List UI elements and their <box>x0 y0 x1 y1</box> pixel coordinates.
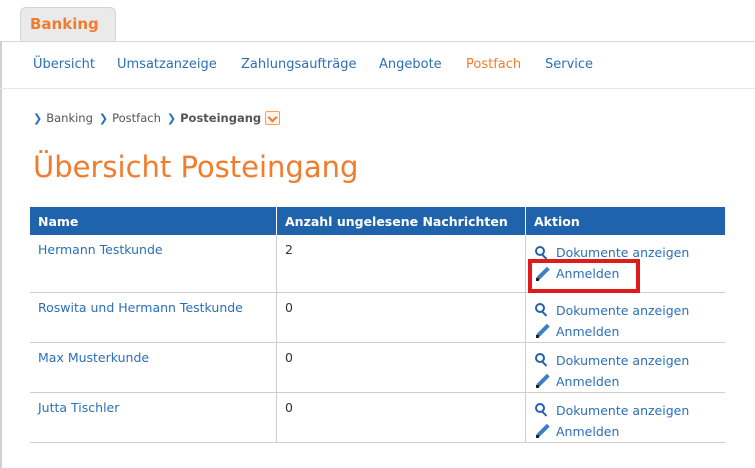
breadcrumb-arrow-icon: ❯ <box>166 111 177 125</box>
table-row: Roswita und Hermann Testkunde 0 Dokument… <box>30 292 725 343</box>
mailbox-name-link[interactable]: Roswita und Hermann Testkunde <box>38 300 243 315</box>
unread-count: 0 <box>276 292 526 343</box>
show-documents-button[interactable]: Dokumente anzeigen <box>534 400 717 421</box>
pencil-icon <box>534 373 550 389</box>
nav-umsatzanzeige[interactable]: Umsatzanzeige <box>117 57 217 72</box>
search-icon <box>534 402 550 418</box>
search-icon <box>534 302 550 318</box>
table-header-row: Name Anzahl ungelesene Nachrichten Aktio… <box>30 207 725 235</box>
unread-count: 0 <box>276 342 526 393</box>
show-documents-button[interactable]: Dokumente anzeigen <box>534 242 717 263</box>
login-button[interactable]: Anmelden <box>534 421 717 442</box>
search-icon <box>534 245 550 261</box>
column-header-action: Aktion <box>525 207 725 235</box>
column-header-unread-count: Anzahl ungelesene Nachrichten <box>276 207 526 235</box>
tab-banking[interactable]: Banking <box>20 7 116 42</box>
search-icon <box>534 352 550 368</box>
login-label: Anmelden <box>556 423 620 439</box>
table-row: Max Musterkunde 0 Dokumente anzeigen Anm… <box>30 342 725 393</box>
nav-divider <box>0 88 755 89</box>
inbox-table: Name Anzahl ungelesene Nachrichten Aktio… <box>30 207 725 443</box>
breadcrumb-arrow-icon: ❯ <box>33 111 43 125</box>
tab-strip-divider <box>0 41 755 42</box>
pencil-icon <box>534 323 550 339</box>
mailbox-name-link[interactable]: Hermann Testkunde <box>38 242 163 257</box>
page-title: Übersicht Posteingang <box>33 150 359 184</box>
breadcrumb-arrow-icon: ❯ <box>98 111 109 125</box>
pencil-icon <box>534 423 550 439</box>
login-label: Anmelden <box>556 323 620 339</box>
nav-postfach[interactable]: Postfach <box>466 57 521 72</box>
mailbox-name-link[interactable]: Jutta Tischler <box>38 400 119 415</box>
window-left-border <box>0 0 2 468</box>
login-button[interactable]: Anmelden <box>534 263 717 284</box>
show-documents-label: Dokumente anzeigen <box>556 352 690 368</box>
table-row: Hermann Testkunde 2 Dokumente anzeigen A… <box>30 235 725 293</box>
show-documents-label: Dokumente anzeigen <box>556 245 690 260</box>
tab-strip: Banking <box>0 0 755 42</box>
show-documents-button[interactable]: Dokumente anzeigen <box>534 350 717 371</box>
column-header-name: Name <box>30 207 277 235</box>
login-button[interactable]: Anmelden <box>534 371 717 392</box>
breadcrumb: ❯ Banking ❯ Postfach ❯ Posteingang <box>33 111 281 125</box>
tab-banking-label: Banking <box>30 15 99 33</box>
login-label: Anmelden <box>556 373 620 389</box>
breadcrumb-dropdown-chevron-down-icon[interactable] <box>265 111 281 125</box>
table-row: Jutta Tischler 0 Dokumente anzeigen Anme… <box>30 392 725 443</box>
show-documents-label: Dokumente anzeigen <box>556 302 690 318</box>
login-label: Anmelden <box>556 266 620 281</box>
nav-zahlungsauftraege[interactable]: Zahlungsaufträge <box>241 57 356 72</box>
breadcrumb-banking[interactable]: Banking <box>46 111 93 125</box>
breadcrumb-posteingang: Posteingang <box>180 111 262 125</box>
nav-service[interactable]: Service <box>545 57 593 72</box>
show-documents-label: Dokumente anzeigen <box>556 402 690 418</box>
unread-count: 2 <box>276 235 526 293</box>
breadcrumb-postfach[interactable]: Postfach <box>112 111 161 125</box>
login-button[interactable]: Anmelden <box>534 321 717 342</box>
show-documents-button[interactable]: Dokumente anzeigen <box>534 300 717 321</box>
nav-uebersicht[interactable]: Übersicht <box>33 57 95 72</box>
unread-count: 0 <box>276 392 526 443</box>
mailbox-name-link[interactable]: Max Musterkunde <box>38 350 149 365</box>
pencil-icon <box>534 266 550 282</box>
nav-angebote[interactable]: Angebote <box>379 57 442 72</box>
